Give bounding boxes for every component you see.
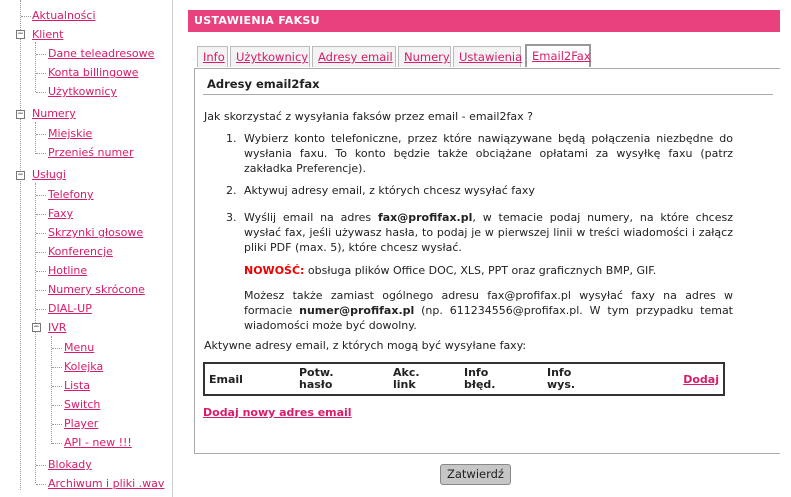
tree-line	[52, 367, 62, 368]
sidebar-item-skrzynki-glosowe[interactable]: Skrzynki głosowe	[48, 224, 143, 242]
tree-line	[36, 309, 46, 310]
email2fax-panel: Adresy email2fax Jak skorzystać z wysyła…	[194, 68, 782, 454]
main-content: USTAWIENIA FAKSU Info Użytkownicy Adresy…	[173, 0, 791, 497]
tree-line	[36, 73, 46, 74]
tab-info[interactable]: Info	[197, 46, 228, 67]
tree-line	[36, 484, 46, 485]
sidebar-item-dial-up[interactable]: DIAL-UP	[48, 300, 92, 318]
sidebar-item-konta-billingowe[interactable]: Konta billingowe	[48, 64, 139, 82]
step-number: 1.	[226, 132, 237, 145]
tree-line	[52, 424, 62, 425]
sidebar-item-switch[interactable]: Switch	[64, 396, 100, 414]
tree-line	[35, 122, 36, 154]
tree-line	[36, 252, 46, 253]
tab-uzytkownicy[interactable]: Użytkownicy	[230, 46, 310, 67]
sidebar-item-blokady[interactable]: Blokady	[48, 456, 92, 474]
sidebar-item-player[interactable]: Player	[64, 415, 98, 433]
news-body: obsługa plików Office DOC, XLS, PPT oraz…	[304, 264, 657, 277]
tree-line	[36, 465, 46, 466]
panel-title: Adresy email2fax	[203, 75, 773, 95]
sidebar-item-konferencje[interactable]: Konferencje	[48, 243, 113, 261]
tree-line	[52, 443, 62, 444]
step-number: 3.	[226, 211, 237, 224]
sidebar-item-ivr[interactable]: IVR	[48, 319, 66, 337]
sidebar-item-api[interactable]: API - new !!!	[64, 434, 132, 452]
sidebar-item-aktualnosci[interactable]: Aktualności	[32, 7, 96, 25]
col-akc-link: Akc. link	[393, 366, 420, 391]
col-potw-haslo: Potw. hasło	[299, 366, 334, 391]
sidebar-item-uzytkownicy[interactable]: Użytkownicy	[48, 83, 117, 101]
tab-numery[interactable]: Numery	[398, 46, 451, 67]
news-label: NOWOŚĆ:	[244, 264, 305, 277]
tree-line	[52, 405, 62, 406]
tree-line	[20, 0, 21, 490]
tree-line	[35, 42, 36, 92]
intro-text: Jak skorzystać z wysyłania faksów przez …	[204, 110, 533, 123]
tree-line	[36, 271, 46, 272]
tree-line	[52, 348, 62, 349]
add-email-row-link[interactable]: Dodaj	[683, 374, 719, 386]
tree-line	[36, 195, 46, 196]
tree-line	[36, 153, 46, 154]
sidebar-item-dane-teleadresowe[interactable]: Dane teleadresowe	[48, 45, 154, 63]
tree-line	[36, 214, 46, 215]
add-new-email-link[interactable]: Dodaj nowy adres email	[203, 406, 352, 419]
sidebar-item-przenies-numer[interactable]: Przenieś numer	[48, 144, 133, 162]
tab-email2fax[interactable]: Email2Fax	[525, 44, 591, 67]
sidebar-item-numery[interactable]: Numery	[32, 105, 76, 123]
tree-line	[36, 54, 46, 55]
collapse-icon[interactable]: −	[16, 171, 25, 180]
sidebar-item-numery-skrocone[interactable]: Numery skrócone	[48, 281, 145, 299]
email-address-table: Email Potw. hasło Akc. link Info błęd. Info…	[203, 362, 725, 396]
fax-address: fax@profifax.pl	[377, 211, 473, 224]
tree-line	[35, 183, 36, 483]
submit-button[interactable]: Zatwierdź	[440, 464, 511, 485]
collapse-icon[interactable]: −	[16, 110, 25, 119]
scrollbar[interactable]	[780, 0, 791, 497]
tree-line	[36, 233, 46, 234]
collapse-icon[interactable]: −	[32, 323, 41, 332]
step-3-text-a: Wyślij email na adres	[244, 211, 378, 224]
tree-line	[36, 290, 46, 291]
sidebar-item-menu[interactable]: Menu	[64, 339, 94, 357]
tree-line	[36, 134, 46, 135]
tree-line	[52, 386, 62, 387]
collapse-icon[interactable]: −	[16, 30, 25, 39]
sidebar-item-faxy[interactable]: Faxy	[48, 205, 73, 223]
tree-line	[21, 16, 31, 17]
sidebar-item-uslugi[interactable]: Usługi	[32, 166, 66, 184]
sidebar-item-lista[interactable]: Lista	[64, 377, 90, 395]
step-1-text: Wybierz konto telefoniczne, przez które …	[244, 132, 733, 175]
col-email: Email	[209, 373, 243, 386]
active-addresses-label: Aktywne adresy email, z których mogą być…	[204, 339, 527, 352]
news-text: NOWOŚĆ: obsługa plików Office DOC, XLS, …	[244, 263, 733, 278]
sidebar-item-klient[interactable]: Klient	[32, 26, 63, 44]
step-3-text: Wyślij email na adres fax@profifax.pl, w…	[244, 210, 733, 255]
step-number: 2.	[226, 184, 237, 197]
sidebar-item-hotline[interactable]: Hotline	[48, 262, 87, 280]
tab-ustawienia[interactable]: Ustawienia	[453, 46, 522, 67]
sidebar-tree: Aktualności − Klient Dane teleadresowe K…	[0, 0, 173, 497]
tab-adresy-email[interactable]: Adresy email	[312, 46, 396, 67]
page-title: USTAWIENIA FAKSU	[188, 10, 785, 32]
extra-text: Możesz także zamiast ogólnego adresu fax…	[244, 288, 733, 333]
tree-line	[51, 336, 52, 444]
sidebar-item-miejskie[interactable]: Miejskie	[48, 125, 92, 143]
sidebar-item-archiwum[interactable]: Archiwum i pliki .wav	[48, 475, 164, 493]
tree-line	[36, 92, 46, 93]
sidebar-item-kolejka[interactable]: Kolejka	[64, 358, 103, 376]
sidebar-item-telefony[interactable]: Telefony	[48, 186, 94, 204]
col-info-wys: Info wys.	[547, 366, 576, 391]
address-format: numer@profifax.pl	[299, 304, 415, 317]
col-info-bled: Info błęd.	[464, 366, 496, 391]
step-2-text: Aktywuj adresy email, z których chcesz w…	[244, 184, 535, 197]
